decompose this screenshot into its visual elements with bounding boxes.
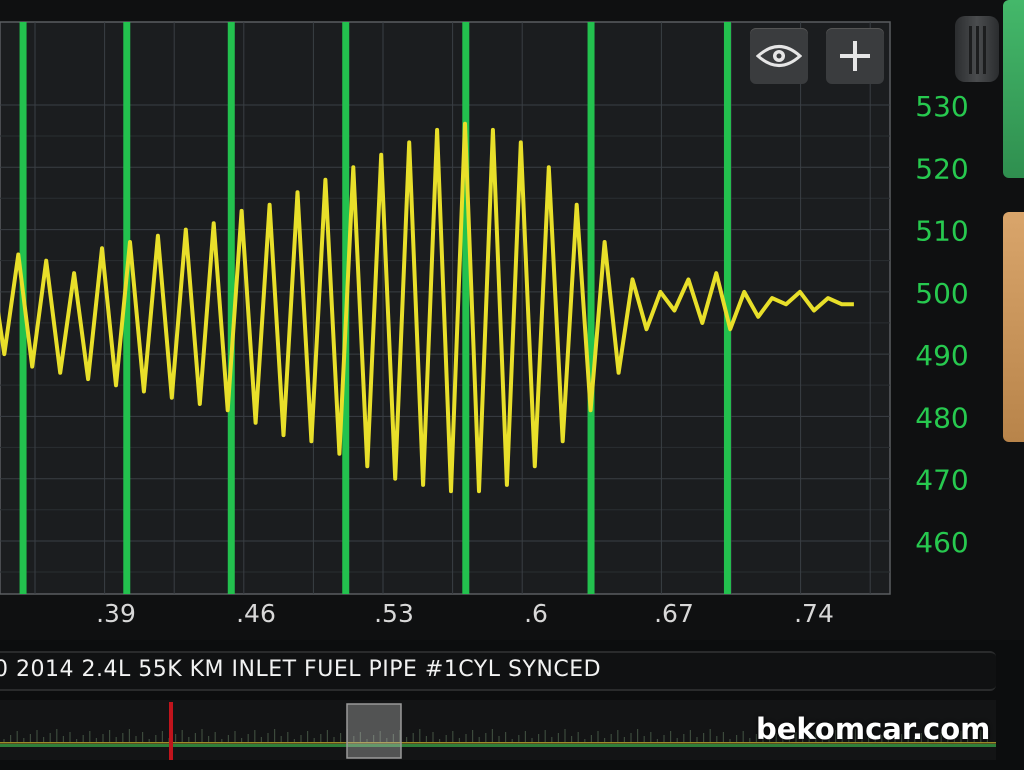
y-tick-label: 500 [915,277,968,310]
y-tick-label: 480 [915,401,968,434]
y-tick-label: 520 [915,152,968,185]
sync-marker [587,22,595,594]
watermark-text: bekomcar.com [756,712,991,746]
visibility-button[interactable] [750,28,808,84]
add-channel-button[interactable] [826,28,884,84]
panel-grip-handle[interactable] [955,16,999,82]
waveform-chart[interactable]: 530 520 510 500 490 480 470 460 .39 .46 .53 .6 .67.… [0,0,1024,640]
viewport-window [346,703,402,759]
channel-tab-orange[interactable] [1003,212,1024,442]
capture-title: 0 2014 2.4L 55K KM INLET FUEL PIPE #1CYL… [0,657,602,682]
y-tick-label: 510 [915,215,968,248]
y-tick-label: 460 [915,526,968,559]
playhead-cursor [169,702,173,760]
x-tick-label: .46 [236,599,276,628]
x-tick-label: .39 [96,599,136,628]
channel-tab-green[interactable] [1003,0,1024,178]
capture-title-bar: 0 2014 2.4L 55K KM INLET FUEL PIPE #1CYL… [0,651,996,691]
x-tick-label: .53 [374,599,414,628]
y-tick-label: 470 [915,464,968,497]
x-tick-label: .6 [524,599,548,628]
y-tick-label: 530 [915,90,968,123]
eye-icon [756,45,802,67]
x-tick-label: .74 [794,599,834,628]
sync-marker [462,22,470,594]
y-tick-label: 490 [915,339,968,372]
x-tick-label: .67 [654,599,694,628]
plus-icon [840,41,870,71]
